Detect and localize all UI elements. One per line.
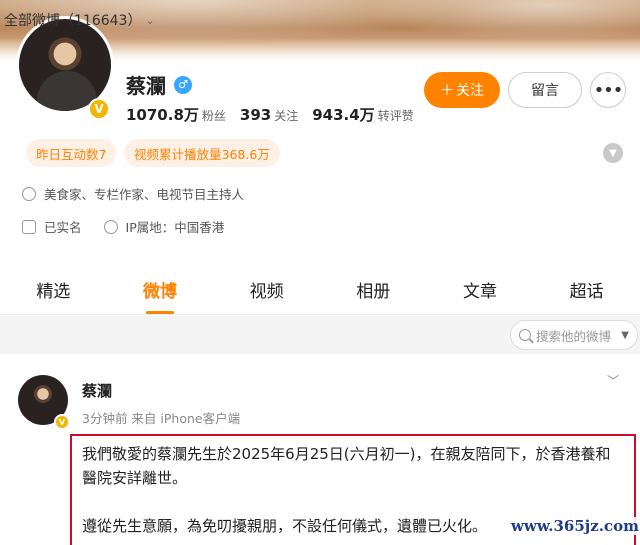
verified-badge-icon: V: [54, 414, 70, 430]
more-dots-icon[interactable]: •••: [590, 72, 626, 108]
id-card-icon: [22, 219, 36, 234]
info-bio: 美食家、专栏作家、电视节目主持人: [22, 184, 244, 203]
caret-down-icon: ▼: [621, 329, 629, 341]
tab-articles[interactable]: 文章: [463, 270, 497, 314]
chevron-down-icon[interactable]: ▼: [603, 143, 623, 163]
tab-album[interactable]: 相册: [356, 270, 390, 314]
follow-button[interactable]: ＋关注: [424, 72, 500, 108]
profile-tabs: 精选 微博 视频 相册 文章 超话: [0, 270, 640, 314]
info-verification: 已实名 IP属地：中国香港: [22, 217, 224, 236]
chip-yesterday-interactions[interactable]: 昨日互动数7: [26, 139, 117, 167]
tab-featured[interactable]: 精选: [36, 270, 70, 314]
stat-reposts-likes[interactable]: 943.4万 转评赞: [312, 104, 413, 125]
profile-name: 蔡瀾: [126, 74, 166, 98]
tabs-divider: [0, 314, 640, 315]
all-weibo-filter[interactable]: 全部微博（116643） ⌄: [4, 10, 155, 30]
search-icon: [519, 329, 531, 341]
post-paragraph: 我們敬愛的蔡瀾先生於2025年6月25日(六月初一)，在親友陪同下，於香港養和醫…: [82, 445, 611, 487]
watermark: www.365jz.com: [509, 517, 640, 535]
tab-weibo[interactable]: 微博: [143, 270, 177, 314]
stat-followers[interactable]: 1070.8万 粉丝: [126, 104, 226, 125]
post-meta: 3分钟前 来自 iPhone客户端: [82, 411, 241, 426]
chevron-down-icon[interactable]: ﹀: [607, 372, 619, 389]
message-button[interactable]: 留言: [508, 72, 582, 108]
post-author[interactable]: 蔡瀾: [82, 380, 112, 401]
stat-following[interactable]: 393 关注: [240, 105, 298, 124]
chip-video-plays[interactable]: 视频累计播放量368.6万: [124, 139, 280, 167]
verified-badge-icon: V: [88, 98, 110, 120]
tab-video[interactable]: 视频: [250, 270, 284, 314]
chevron-down-icon: ⌄: [145, 13, 155, 27]
plus-icon: ＋: [440, 83, 454, 99]
profile-name-row: 蔡瀾 ♂: [126, 70, 192, 99]
male-icon: ♂: [174, 75, 192, 94]
search-input[interactable]: 搜索他的微博 ▼: [510, 320, 638, 350]
profile-stats: 1070.8万 粉丝 393 关注 943.4万 转评赞: [126, 104, 414, 125]
tab-super-topic[interactable]: 超话: [570, 270, 604, 314]
tag-icon: [22, 186, 36, 201]
location-icon: [103, 219, 118, 234]
